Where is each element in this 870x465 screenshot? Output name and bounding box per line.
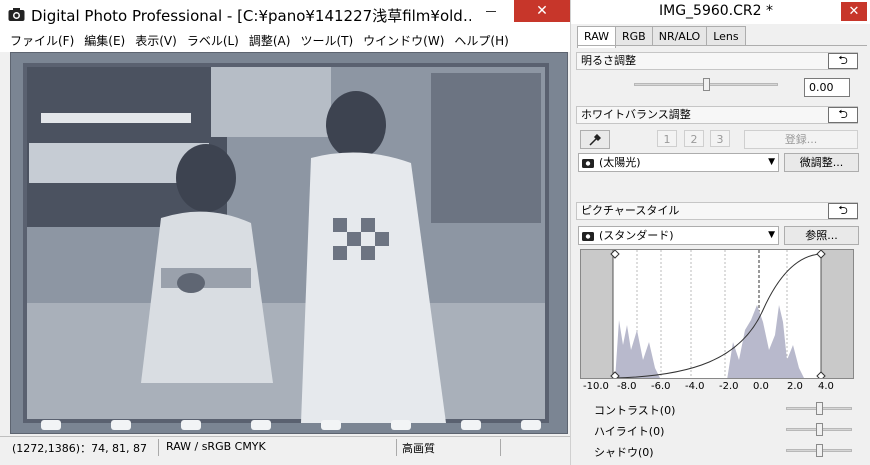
- camera-icon: [582, 232, 594, 241]
- camera-icon: [582, 159, 594, 168]
- image-canvas[interactable]: [10, 52, 568, 434]
- picture-style-header-label: ピクチャースタイル: [581, 204, 680, 217]
- window-title: Digital Photo Professional - [C:¥pano¥14…: [31, 7, 471, 25]
- camera-icon: [8, 8, 25, 21]
- brightness-header-label: 明るさ調整: [581, 54, 636, 67]
- white-balance-reset-button[interactable]: ⮌: [828, 107, 858, 123]
- main-window: Digital Photo Professional - [C:¥pano¥14…: [0, 0, 570, 465]
- brightness-section-header: 明るさ調整: [576, 52, 858, 70]
- histogram-graphic: [581, 250, 853, 378]
- menu-adjust[interactable]: 調整(A): [249, 30, 291, 52]
- picture-style-browse-button[interactable]: 参照...: [784, 226, 859, 245]
- axis-tick-label: -8.0: [617, 381, 637, 392]
- menu-tools[interactable]: ツール(T): [300, 30, 353, 52]
- white-balance-header-label: ホワイトバランス調整: [581, 108, 691, 121]
- status-bar: (1272,1386)：74, 81, 87 RAW / sRGB CMYK 高…: [0, 436, 570, 458]
- contrast-label: コントラスト(0): [594, 404, 676, 417]
- film-negative-image: [11, 53, 567, 433]
- shadow-slider-thumb[interactable]: [816, 444, 823, 457]
- axis-tick-label: -2.0: [719, 381, 739, 392]
- picture-style-select[interactable]: (スタンダード) ▼: [578, 226, 779, 245]
- brightness-reset-button[interactable]: ⮌: [828, 53, 858, 69]
- axis-tick-label: -6.0: [651, 381, 671, 392]
- chevron-down-icon: ▼: [768, 157, 775, 167]
- status-format: RAW / sRGB CMYK: [166, 440, 266, 453]
- wb-fine-tune-button[interactable]: 微調整...: [784, 153, 859, 172]
- wb-preset-1-button[interactable]: 1: [657, 130, 677, 147]
- minimize-button[interactable]: [476, 0, 506, 22]
- menu-file[interactable]: ファイル(F): [10, 30, 74, 52]
- menu-bar: ファイル(F) 編集(E) 表示(V) ラベル(L) 調整(A) ツール(T) …: [0, 30, 570, 52]
- menu-label[interactable]: ラベル(L): [187, 30, 239, 52]
- close-button[interactable]: ✕: [514, 0, 570, 22]
- wb-preset-2-button[interactable]: 2: [684, 130, 704, 147]
- shadow-label: シャドウ(0): [594, 446, 654, 459]
- picture-style-reset-button[interactable]: ⮌: [828, 203, 858, 219]
- menu-edit[interactable]: 編集(E): [84, 30, 125, 52]
- status-coords: (1272,1386)：74, 81, 87: [12, 442, 148, 455]
- tone-curve-histogram[interactable]: [580, 249, 854, 379]
- eyedropper-icon: [589, 133, 602, 146]
- brightness-value-field[interactable]: 0.00: [804, 78, 850, 97]
- chevron-down-icon: ▼: [768, 230, 775, 240]
- axis-tick-label: -4.0: [685, 381, 705, 392]
- eyedropper-button[interactable]: [580, 130, 610, 149]
- status-quality: 高画質: [402, 442, 435, 455]
- tab-nr-alo[interactable]: NR/ALO: [651, 26, 708, 46]
- menu-help[interactable]: ヘルプ(H): [454, 30, 508, 52]
- palette-close-button[interactable]: ✕: [841, 2, 867, 21]
- main-titlebar: Digital Photo Professional - [C:¥pano¥14…: [0, 0, 570, 30]
- highlight-label: ハイライト(0): [594, 425, 665, 438]
- white-balance-section-header: ホワイトバランス調整: [576, 106, 858, 124]
- axis-tick-label: 0.0: [753, 381, 769, 392]
- white-balance-select[interactable]: (太陽光) ▼: [578, 153, 779, 172]
- white-balance-value: (太陽光): [599, 156, 641, 169]
- picture-style-value: (スタンダード): [599, 229, 674, 242]
- menu-view[interactable]: 表示(V): [135, 30, 177, 52]
- tab-lens[interactable]: Lens: [706, 26, 746, 46]
- axis-tick-label: 4.0: [818, 381, 834, 392]
- axis-tick-label: 2.0: [787, 381, 803, 392]
- menu-window[interactable]: ウインドウ(W): [363, 30, 444, 52]
- tab-rgb[interactable]: RGB: [615, 26, 653, 46]
- axis-tick-label: -10.0: [583, 381, 609, 392]
- palette-tabs: RAW RGB NR/ALO Lens: [577, 26, 746, 48]
- wb-preset-3-button[interactable]: 3: [710, 130, 730, 147]
- brightness-slider-thumb[interactable]: [703, 78, 710, 91]
- palette-titlebar: IMG_5960.CR2 * ✕: [571, 0, 870, 24]
- highlight-slider-thumb[interactable]: [816, 423, 823, 436]
- picture-style-section-header: ピクチャースタイル: [576, 202, 858, 220]
- wb-register-button[interactable]: 登録...: [744, 130, 858, 149]
- contrast-slider-thumb[interactable]: [816, 402, 823, 415]
- palette-title: IMG_5960.CR2 *: [659, 3, 773, 19]
